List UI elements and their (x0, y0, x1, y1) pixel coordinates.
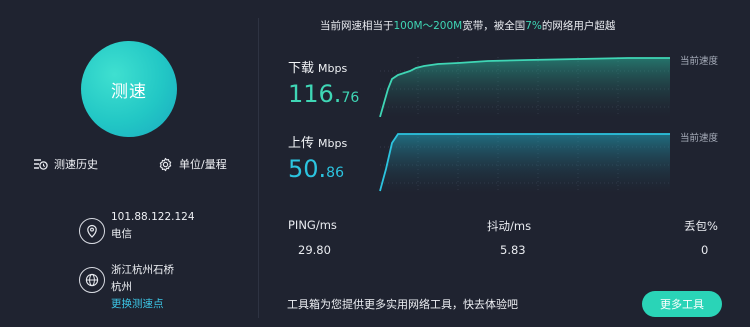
globe-icon (79, 267, 105, 293)
left-panel: 测速 测速历史 单位/量程 101.88.122.124 电信 浙江杭州石桥 杭… (0, 0, 258, 327)
units-button[interactable]: 单位/量程 (158, 156, 227, 172)
more-tools-button[interactable]: 更多工具 (642, 291, 722, 317)
ip-address: 101.88.122.124 (111, 211, 195, 223)
download-unit: Mbps (318, 62, 348, 75)
loss-value: 0 (701, 243, 709, 257)
download-value: 116.76 (288, 80, 359, 108)
server-info: 浙江杭州石桥 杭州 更换测速点 (111, 262, 174, 313)
toolbox-promo-text: 工具箱为您提供更多实用网络工具，快去体验吧 (287, 298, 518, 311)
server-name: 浙江杭州石桥 (111, 264, 174, 276)
speed-test-button[interactable]: 测速 (81, 41, 177, 137)
download-chart (379, 57, 672, 117)
history-button[interactable]: 测速历史 (33, 156, 98, 172)
upload-area (380, 134, 670, 193)
download-value-dec: 76 (341, 90, 360, 106)
panel-divider (258, 18, 259, 318)
history-label: 测速历史 (54, 158, 98, 171)
upload-value-int: 50. (288, 155, 327, 183)
units-label: 单位/量程 (179, 158, 227, 171)
server-city: 杭州 (111, 281, 132, 293)
upload-title: 上传 (288, 136, 315, 151)
summary-suffix: 的网络用户超越 (541, 20, 616, 32)
gear-icon (159, 157, 172, 171)
jitter-value: 5.83 (500, 243, 526, 257)
upload-label: 上传 Mbps (288, 132, 347, 151)
isp-name: 电信 (111, 228, 132, 240)
download-label: 下载 Mbps (288, 57, 347, 76)
download-value-int: 116. (288, 80, 342, 108)
summary-percent: 7% (525, 20, 542, 32)
upload-value: 50.86 (288, 155, 344, 183)
location-pin-icon (79, 218, 105, 244)
upload-chart (379, 133, 672, 193)
ping-value: 29.80 (298, 243, 331, 257)
summary-prefix: 当前网速相当于 (320, 20, 394, 32)
history-icon (34, 158, 48, 170)
summary-bandwidth: 100M～200M (393, 20, 463, 32)
loss-label: 丢包% (684, 219, 718, 233)
upload-value-dec: 86 (326, 165, 344, 181)
download-current-label: 当前速度 (680, 56, 719, 67)
change-server-link[interactable]: 更换测速点 (111, 296, 174, 313)
ip-info: 101.88.122.124 电信 (111, 209, 195, 243)
upload-current-label: 当前速度 (680, 133, 719, 144)
download-title: 下载 (288, 61, 315, 76)
ping-label: PING/ms (288, 218, 337, 232)
speed-summary: 当前网速相当于100M～200M宽带，被全国7%的网络用户超越 (320, 18, 720, 33)
summary-middle: 宽带，被全国 (462, 20, 526, 32)
upload-unit: Mbps (318, 137, 348, 150)
jitter-label: 抖动/ms (487, 219, 532, 233)
